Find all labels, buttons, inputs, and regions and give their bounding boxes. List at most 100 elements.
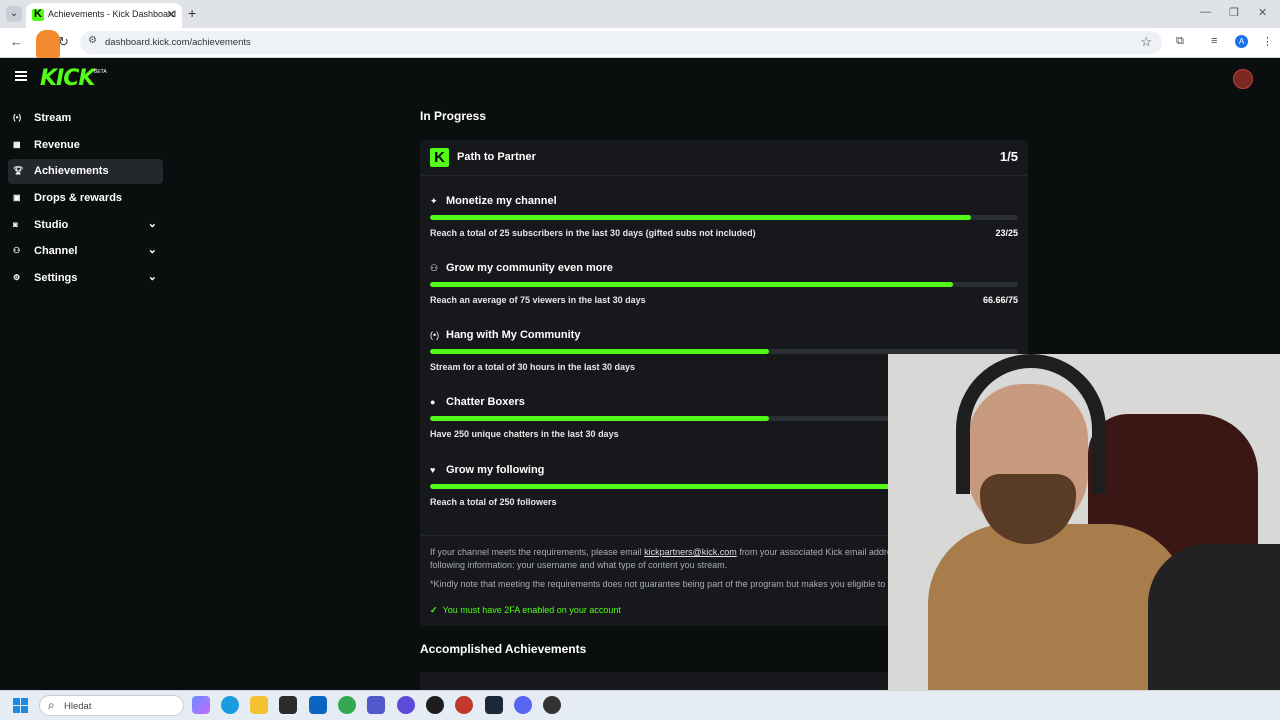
goal-item: ⚇ Grow my community even more Reach an ave… (430, 262, 1018, 323)
goal-value: 23/25 (995, 228, 1018, 238)
progress-fill (430, 349, 770, 354)
studio-icon: ◙ (13, 219, 18, 229)
in-progress-title: In Progress (420, 109, 487, 123)
address-bar[interactable]: ⚙ dashboard.kick.com/achievements ☆ (80, 31, 1162, 54)
goal-description: Reach a total of 25 subscribers in the l… (430, 228, 756, 238)
extensions-icon[interactable]: ⧉ (1176, 35, 1184, 48)
progress-fill (430, 416, 769, 421)
users-icon: ⚇ (13, 246, 21, 256)
trophy-icon: 🏆︎ (13, 166, 24, 176)
progress-track (430, 282, 1018, 287)
sidebar-item-achievements[interactable]: 🏆︎ Achievements (8, 159, 163, 185)
steam-icon[interactable] (485, 696, 503, 714)
sidebar-item-label: Revenue (34, 138, 80, 151)
search-icon: ⌕ (48, 698, 55, 712)
tab-list-button[interactable]: ⌄ (6, 6, 22, 22)
minimize-icon[interactable]: — (1200, 6, 1211, 18)
info-line2: following information: your username and… (430, 560, 728, 570)
chevron-down-icon[interactable]: ⌄ (148, 270, 157, 283)
obs-icon[interactable] (543, 696, 561, 714)
site-info-icon[interactable]: ⚙ (88, 35, 97, 46)
gift-icon: ▣ (13, 193, 21, 203)
menu-dots-icon[interactable]: ⋮ (1262, 35, 1273, 48)
url-text: dashboard.kick.com/achievements (105, 37, 251, 48)
maximize-icon[interactable]: ❐ (1229, 6, 1239, 19)
windows-start-icon[interactable] (13, 698, 29, 714)
card-title: Path to Partner (457, 151, 536, 163)
close-tab-icon[interactable]: ✕ (167, 8, 176, 21)
goal-title: Chatter Boxers (446, 396, 525, 408)
sidebar: (•) Stream ▦ Revenue 🏆︎ Achievements ▣ D… (8, 106, 163, 293)
goal-description: Have 250 unique chatters in the last 30 … (430, 429, 619, 439)
chart-icon: ▦ (13, 139, 21, 149)
browser-tab[interactable]: Achievements - Kick Dashboard ✕ (26, 3, 182, 28)
media-icon[interactable]: ≡ (1211, 35, 1217, 47)
browser-tab-bar: ⌄ Achievements - Kick Dashboard ✕ + — ❐ … (0, 0, 1280, 28)
streamer-sleeve (1148, 544, 1280, 690)
wordpress-icon[interactable] (426, 696, 444, 714)
sidebar-item-studio[interactable]: ◙ Studio ⌄ (8, 213, 163, 238)
goal-description: Stream for a total of 30 hours in the la… (430, 362, 636, 372)
info-prefix: If your channel meets the requirements, … (430, 547, 642, 557)
goal-description: Reach a total of 250 followers (430, 497, 557, 507)
sidebar-item-label: Drops & rewards (34, 192, 123, 205)
broadcast-icon: (•) (430, 330, 440, 340)
goal-value: 66.66/75 (982, 295, 1018, 305)
game-icon[interactable] (455, 696, 473, 714)
goal-title: Grow my following (446, 464, 545, 476)
store-icon[interactable] (279, 696, 297, 714)
sidebar-item-stream[interactable]: (•) Stream (8, 106, 163, 131)
beta-badge: BETA (94, 69, 107, 75)
kick-logo[interactable]: KICK (40, 66, 95, 91)
user-avatar[interactable] (1233, 69, 1253, 89)
card-progress-count: 1/5 (999, 149, 1018, 164)
search-placeholder: Hledat (64, 701, 92, 712)
sidebar-item-label: Achievements (34, 165, 109, 178)
twofa-requirement: ✓ You must have 2FA enabled on your accou… (430, 605, 621, 616)
progress-track (430, 215, 1018, 220)
kick-favicon-icon (32, 8, 44, 21)
goal-description: Reach an average of 75 viewers in the la… (430, 295, 646, 305)
chevron-down-icon[interactable]: ⌄ (148, 243, 157, 256)
checkmark-icon: ✓ (430, 605, 438, 615)
mail-icon[interactable] (309, 696, 327, 714)
copilot-icon[interactable] (192, 696, 210, 714)
goal-title: Grow my community even more (446, 262, 613, 274)
windows-taskbar: ⌕ Hledat (0, 690, 1280, 720)
chrome-icon[interactable] (338, 696, 356, 714)
sidebar-item-label: Studio (34, 218, 69, 231)
broadcast-icon: (•) (13, 113, 22, 122)
headset-icon (956, 354, 1106, 494)
taskbar-search[interactable]: ⌕ Hledat (39, 695, 184, 716)
chat-icon: ● (430, 397, 436, 407)
accomplished-title: Accomplished Achievements (420, 642, 587, 656)
partner-email-link[interactable]: kickpartners@kick.com (644, 547, 737, 557)
twofa-text: You must have 2FA enabled on your accoun… (442, 605, 621, 615)
browser-toolbar: ← ↻ ⚙ dashboard.kick.com/achievements ☆ … (0, 28, 1280, 58)
edge-icon[interactable] (221, 696, 239, 714)
discord-icon[interactable] (514, 696, 532, 714)
bookmark-star-icon[interactable]: ☆ (1140, 34, 1152, 50)
app-icon[interactable] (397, 696, 415, 714)
sidebar-item-revenue[interactable]: ▦ Revenue (8, 133, 163, 158)
sidebar-item-settings[interactable]: ⚙ Settings ⌄ (8, 266, 163, 291)
sparkle-icon: ✦ (430, 196, 438, 206)
window-close-icon[interactable]: ✕ (1258, 6, 1267, 19)
profile-avatar[interactable]: A (1235, 35, 1248, 48)
file-explorer-icon[interactable] (250, 696, 268, 714)
hamburger-menu-icon[interactable] (15, 71, 27, 81)
sidebar-item-label: Stream (34, 112, 72, 124)
card-header: K Path to Partner 1/5 (420, 140, 1028, 176)
kick-logo-icon: K (430, 148, 449, 167)
teams-icon[interactable] (367, 696, 385, 714)
sidebar-item-drops[interactable]: ▣ Drops & rewards (8, 186, 163, 211)
sidebar-item-channel[interactable]: ⚇ Channel ⌄ (8, 239, 163, 264)
goal-item: ✦ Monetize my channel Reach a total of 25 … (430, 195, 1018, 256)
community-icon: ⚇ (430, 263, 439, 273)
new-tab-button[interactable]: + (188, 5, 196, 21)
back-icon[interactable]: ← (10, 34, 23, 49)
mascot-image (36, 30, 60, 60)
webcam-overlay (888, 354, 1280, 690)
chevron-down-icon[interactable]: ⌄ (148, 217, 157, 230)
heart-icon: ♥ (430, 465, 436, 475)
